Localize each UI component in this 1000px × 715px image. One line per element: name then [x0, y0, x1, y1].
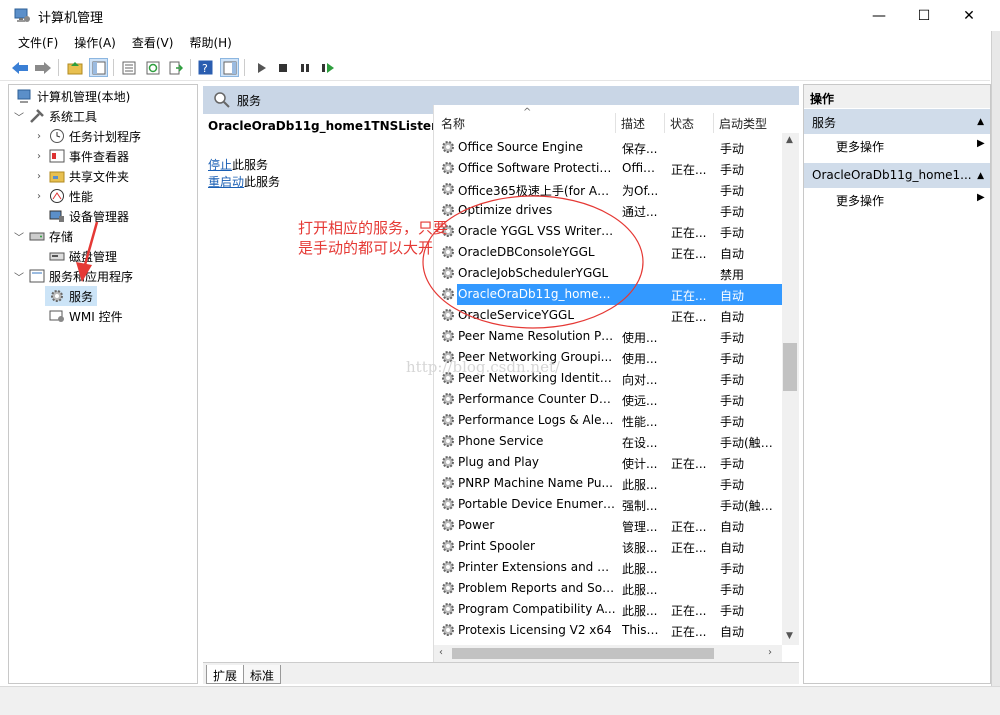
annotation-text: 打开相应的服务，只要 是手动的都可以大开 — [298, 219, 449, 257]
annotation-ellipse — [422, 195, 644, 329]
watermark: http://blog.csdn.net/ — [406, 358, 561, 376]
annotation-arrow-head — [76, 262, 92, 282]
